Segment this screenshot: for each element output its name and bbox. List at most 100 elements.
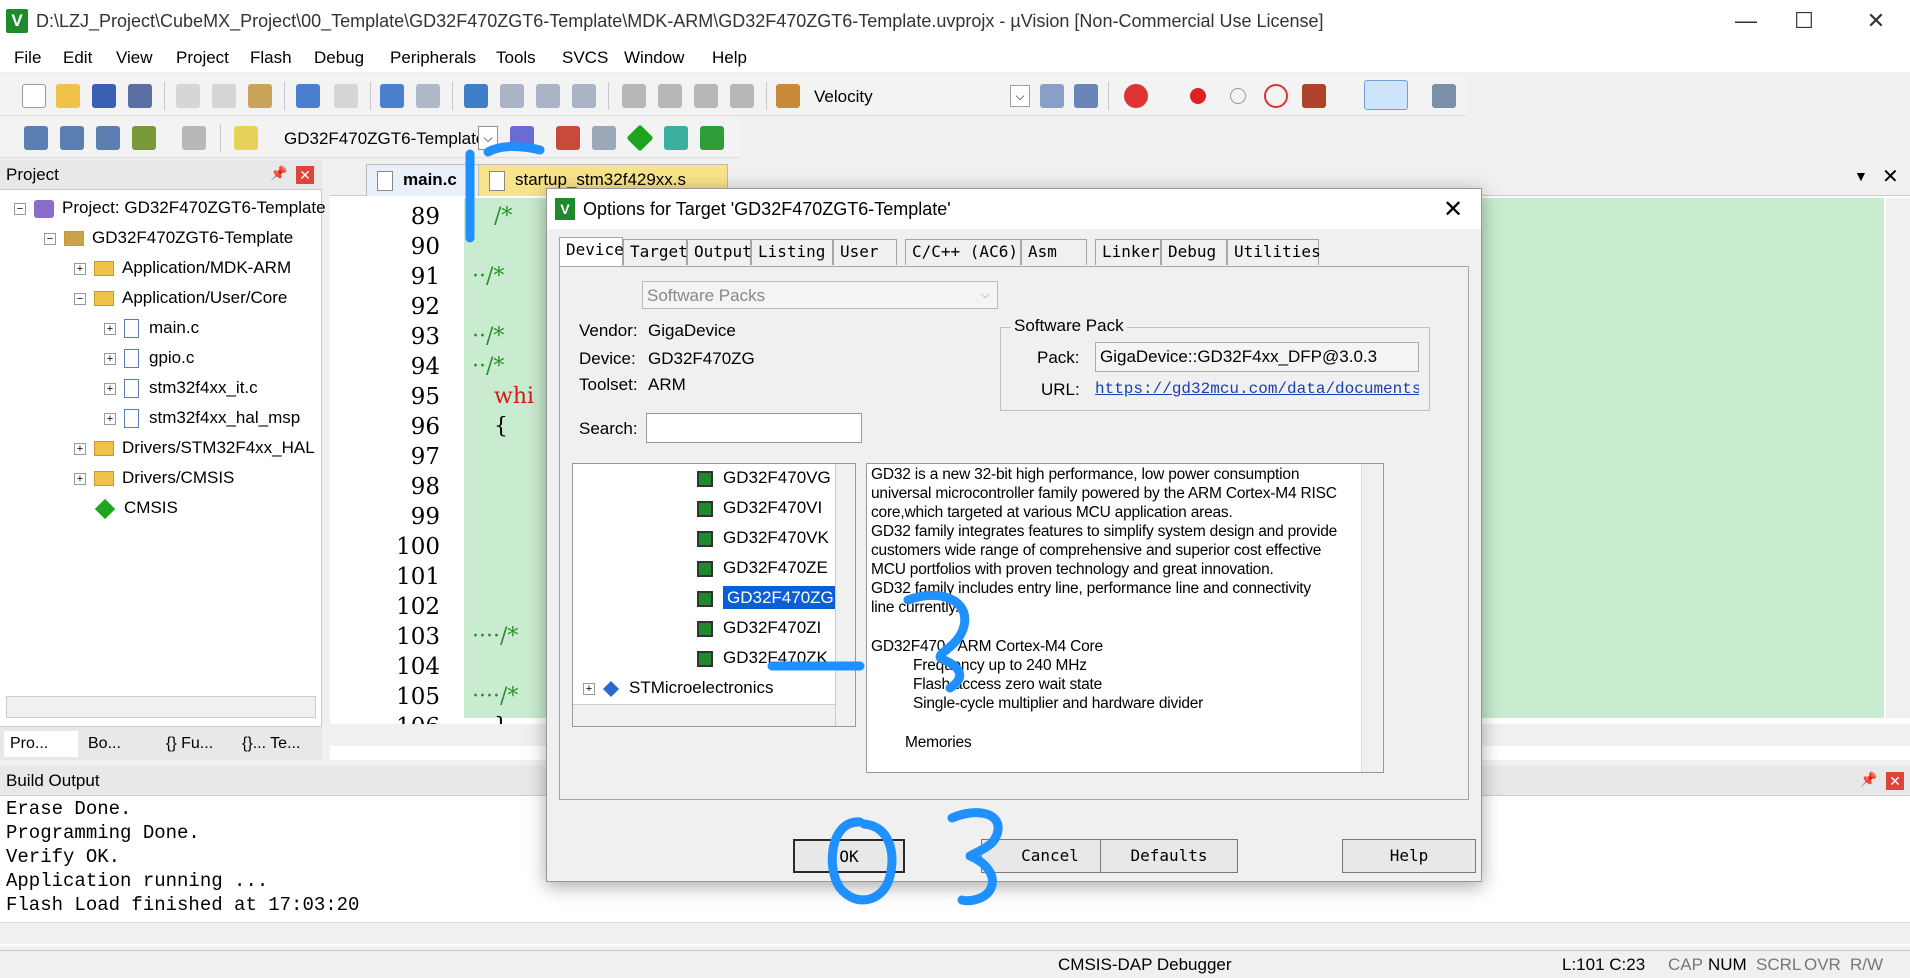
tree-file-stm32f4xx-it-c[interactable]: + stm32f4xx_it.c [104, 374, 258, 402]
tab-c-cpp[interactable]: C/C++ (AC6) [905, 239, 1021, 265]
paste-icon[interactable] [248, 84, 272, 108]
device-item-selected[interactable]: GD32F470ZG [697, 584, 838, 612]
device-item[interactable]: GD32F470VI [697, 494, 822, 522]
tab-functions[interactable]: {} Fu... [160, 731, 234, 757]
configure-wrench-icon[interactable] [1432, 84, 1456, 108]
tab-asm[interactable]: Asm [1021, 239, 1087, 265]
nav-forward-icon[interactable] [416, 84, 440, 108]
tree-group-application-user-core[interactable]: − Application/User/Core [74, 284, 287, 312]
chevron-down-icon[interactable]: ⌵ [1010, 85, 1030, 107]
tree-file-stm32f4xx-hal-msp[interactable]: + stm32f4xx_hal_msp [104, 404, 300, 432]
tab-books[interactable]: Bo... [82, 731, 156, 757]
indent-icon[interactable] [622, 84, 646, 108]
disable-breakpoint-icon[interactable] [1230, 88, 1246, 104]
ok-button[interactable]: OK [793, 839, 905, 873]
help-button[interactable]: Help [1342, 839, 1476, 873]
unindent-icon[interactable] [658, 84, 682, 108]
menu-help[interactable]: Help [712, 48, 747, 68]
expand-icon[interactable]: + [74, 262, 86, 275]
tab-user[interactable]: User [833, 239, 897, 265]
vertical-scrollbar[interactable] [1886, 198, 1910, 718]
minimize-button[interactable]: — [1716, 0, 1776, 42]
file-extensions-icon[interactable] [556, 126, 580, 150]
tab-main-c[interactable]: main.c [366, 164, 488, 196]
pack-installer-icon[interactable] [700, 126, 724, 150]
chevron-down-icon[interactable]: ⌵ [478, 126, 498, 150]
tree-group-drivers-stm32f4xx-hal[interactable]: + Drivers/STM32F4xx_HAL [74, 434, 315, 462]
expand-icon[interactable]: + [104, 412, 116, 425]
device-item[interactable]: GD32F470VK [697, 524, 829, 552]
save-icon[interactable] [92, 84, 116, 108]
tree-cmsis[interactable]: CMSIS [94, 494, 178, 522]
close-icon[interactable]: ✕ [1443, 195, 1463, 224]
redo-icon[interactable] [334, 84, 358, 108]
select-packs-icon[interactable] [664, 126, 688, 150]
menu-file[interactable]: File [14, 48, 41, 68]
expand-icon[interactable]: + [104, 322, 116, 335]
device-item[interactable]: GD32F470ZK [697, 644, 828, 672]
manage-run-time-environment-icon[interactable] [626, 124, 654, 152]
expand-icon[interactable]: + [74, 442, 86, 455]
collapse-icon[interactable]: − [14, 202, 26, 215]
horizontal-scrollbar[interactable] [0, 922, 1910, 944]
tree-file-gpio-c[interactable]: + gpio.c [104, 344, 194, 372]
cancel-button[interactable]: Cancel [981, 839, 1119, 873]
chevron-down-icon[interactable]: ⌵ [975, 284, 995, 306]
configure-breakpoints-icon[interactable] [1302, 84, 1326, 108]
tab-output[interactable]: Output [687, 239, 752, 265]
find-icon[interactable] [1040, 84, 1064, 108]
maximize-button[interactable]: ☐ [1774, 0, 1834, 42]
tab-target[interactable]: Target [623, 239, 688, 265]
breakpoint-icon[interactable] [1190, 88, 1206, 104]
vendor-node-stmicroelectronics[interactable]: + STMicroelectronics [583, 674, 774, 702]
tree-project-root[interactable]: − Project: GD32F470ZGT6-Template [14, 194, 326, 222]
expand-icon[interactable]: + [104, 352, 116, 365]
new-file-icon[interactable] [22, 84, 46, 108]
tab-debug[interactable]: Debug [1161, 239, 1227, 265]
target-select[interactable]: GD32F470ZGT6-Template ⌵ [282, 125, 498, 151]
close-icon[interactable]: ✕ [1886, 772, 1904, 790]
menu-window[interactable]: Window [624, 48, 684, 68]
horizontal-scrollbar[interactable] [6, 696, 316, 718]
tree-target[interactable]: − GD32F470ZGT6-Template [44, 224, 293, 252]
undo-icon[interactable] [296, 84, 320, 108]
tab-linker[interactable]: Linker [1095, 239, 1161, 265]
tab-device[interactable]: Device [559, 237, 624, 267]
build-icon[interactable] [60, 126, 84, 150]
pack-field[interactable]: GigaDevice::GD32F4xx_DFP@3.0.3 [1095, 342, 1419, 372]
vertical-scrollbar[interactable] [1361, 464, 1383, 772]
close-window-button[interactable]: ✕ [1846, 0, 1906, 42]
close-icon[interactable]: ✕ [296, 166, 314, 184]
collapse-icon[interactable]: − [74, 292, 86, 305]
tree-file-main-c[interactable]: + main.c [104, 314, 199, 342]
bookmark-icon[interactable] [464, 84, 488, 108]
menu-project[interactable]: Project [176, 48, 229, 68]
prev-bookmark-icon[interactable] [500, 84, 524, 108]
horizontal-scrollbar[interactable] [573, 704, 835, 726]
uncomment-icon[interactable] [730, 84, 754, 108]
menu-debug[interactable]: Debug [314, 48, 364, 68]
find-combo[interactable]: Velocity ⌵ [806, 83, 1030, 109]
pack-url-link[interactable]: https://gd32mcu.com/data/documents/pack/ [1095, 380, 1419, 402]
menu-view[interactable]: View [116, 48, 153, 68]
comment-icon[interactable] [694, 84, 718, 108]
rebuild-icon[interactable] [96, 126, 120, 150]
pin-icon[interactable]: 📌 [1860, 771, 1877, 788]
save-all-icon[interactable] [128, 84, 152, 108]
tab-list-icon[interactable]: ▼ [1854, 168, 1868, 184]
next-bookmark-icon[interactable] [536, 84, 560, 108]
menu-peripherals[interactable]: Peripherals [390, 48, 476, 68]
expand-icon[interactable]: + [74, 472, 86, 485]
software-packs-select[interactable]: Software Packs ⌵ [642, 281, 998, 309]
menu-svcs[interactable]: SVCS [562, 48, 608, 68]
options-for-target-icon[interactable] [510, 126, 534, 150]
kill-breakpoints-icon[interactable] [1264, 84, 1288, 108]
window-layout-icon[interactable] [1364, 80, 1408, 110]
translate-icon[interactable] [24, 126, 48, 150]
cut-icon[interactable] [176, 84, 200, 108]
vertical-scrollbar[interactable] [835, 464, 855, 726]
batch-build-icon[interactable] [132, 126, 156, 150]
clear-bookmarks-icon[interactable] [572, 84, 596, 108]
menu-edit[interactable]: Edit [63, 48, 92, 68]
tree-group-drivers-cmsis[interactable]: + Drivers/CMSIS [74, 464, 234, 492]
